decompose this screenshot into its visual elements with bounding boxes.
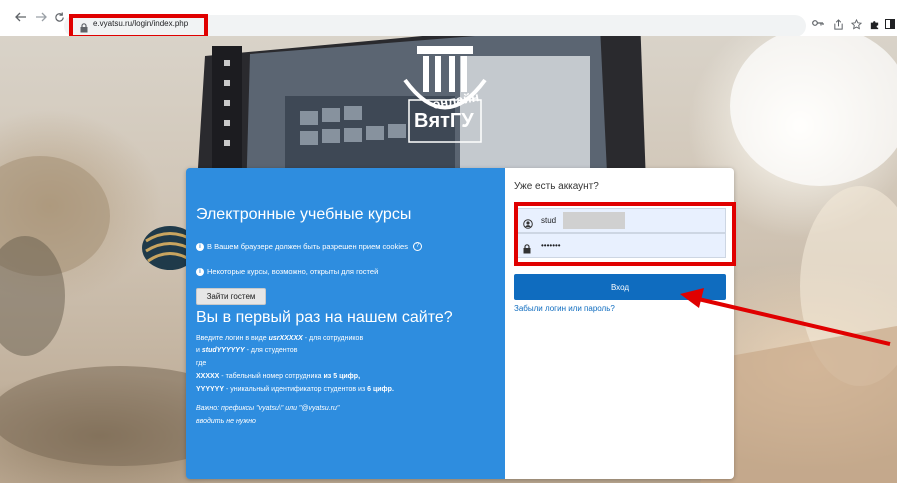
info-icon: i: [196, 267, 204, 276]
page-background: онлайн ВятГУ Электронные учебные курсы i…: [0, 36, 897, 483]
key-icon[interactable]: [812, 19, 824, 31]
forward-icon[interactable]: [34, 10, 48, 24]
first-time-heading: Вы в первый раз на нашем сайте?: [196, 309, 453, 326]
forgot-password-link[interactable]: Забыли логин или пароль?: [514, 304, 615, 313]
have-account-heading: Уже есть аккаунт?: [514, 181, 599, 192]
info-line-1: Введите логин в виде usrXXXXX - для сотр…: [196, 335, 364, 342]
info-line-3: где: [196, 360, 207, 367]
share-icon[interactable]: [832, 19, 844, 31]
back-icon[interactable]: [14, 10, 28, 24]
info-line-7: вводить не нужно: [196, 418, 256, 425]
login-info-panel: Электронные учебные курсы i В Вашем брау…: [186, 168, 505, 479]
cookies-notice: i В Вашем браузере должен быть разрешен …: [196, 242, 422, 251]
sidebar-icon[interactable]: [884, 19, 896, 31]
guest-login-button[interactable]: Зайти гостем: [196, 288, 266, 305]
extensions-icon[interactable]: [868, 19, 880, 31]
login-button[interactable]: Вход: [514, 274, 726, 300]
info-line-2: и studYYYYYY - для студентов: [196, 347, 298, 354]
info-line-6: Важно: префиксы "vyatsu\" или "@vyatsu.r…: [196, 405, 340, 412]
cookies-notice-text: В Вашем браузере должен быть разрешен пр…: [207, 242, 408, 251]
info-icon: i: [196, 242, 204, 251]
star-icon[interactable]: [850, 18, 862, 31]
credentials-highlight-box: [514, 202, 736, 266]
site-title: Электронные учебные курсы: [196, 206, 412, 223]
logo-line-2: ВятГУ: [414, 110, 474, 132]
help-icon[interactable]: ?: [412, 242, 422, 251]
info-line-5: YYYYYY - уникальный идентификатор студен…: [196, 386, 394, 393]
guests-notice: i Некоторые курсы, возможно, открыты для…: [196, 267, 378, 276]
guests-notice-text: Некоторые курсы, возможно, открыты для г…: [207, 267, 379, 276]
info-line-4: XXXXX - табельный номер сотрудника из 5 …: [196, 373, 361, 380]
